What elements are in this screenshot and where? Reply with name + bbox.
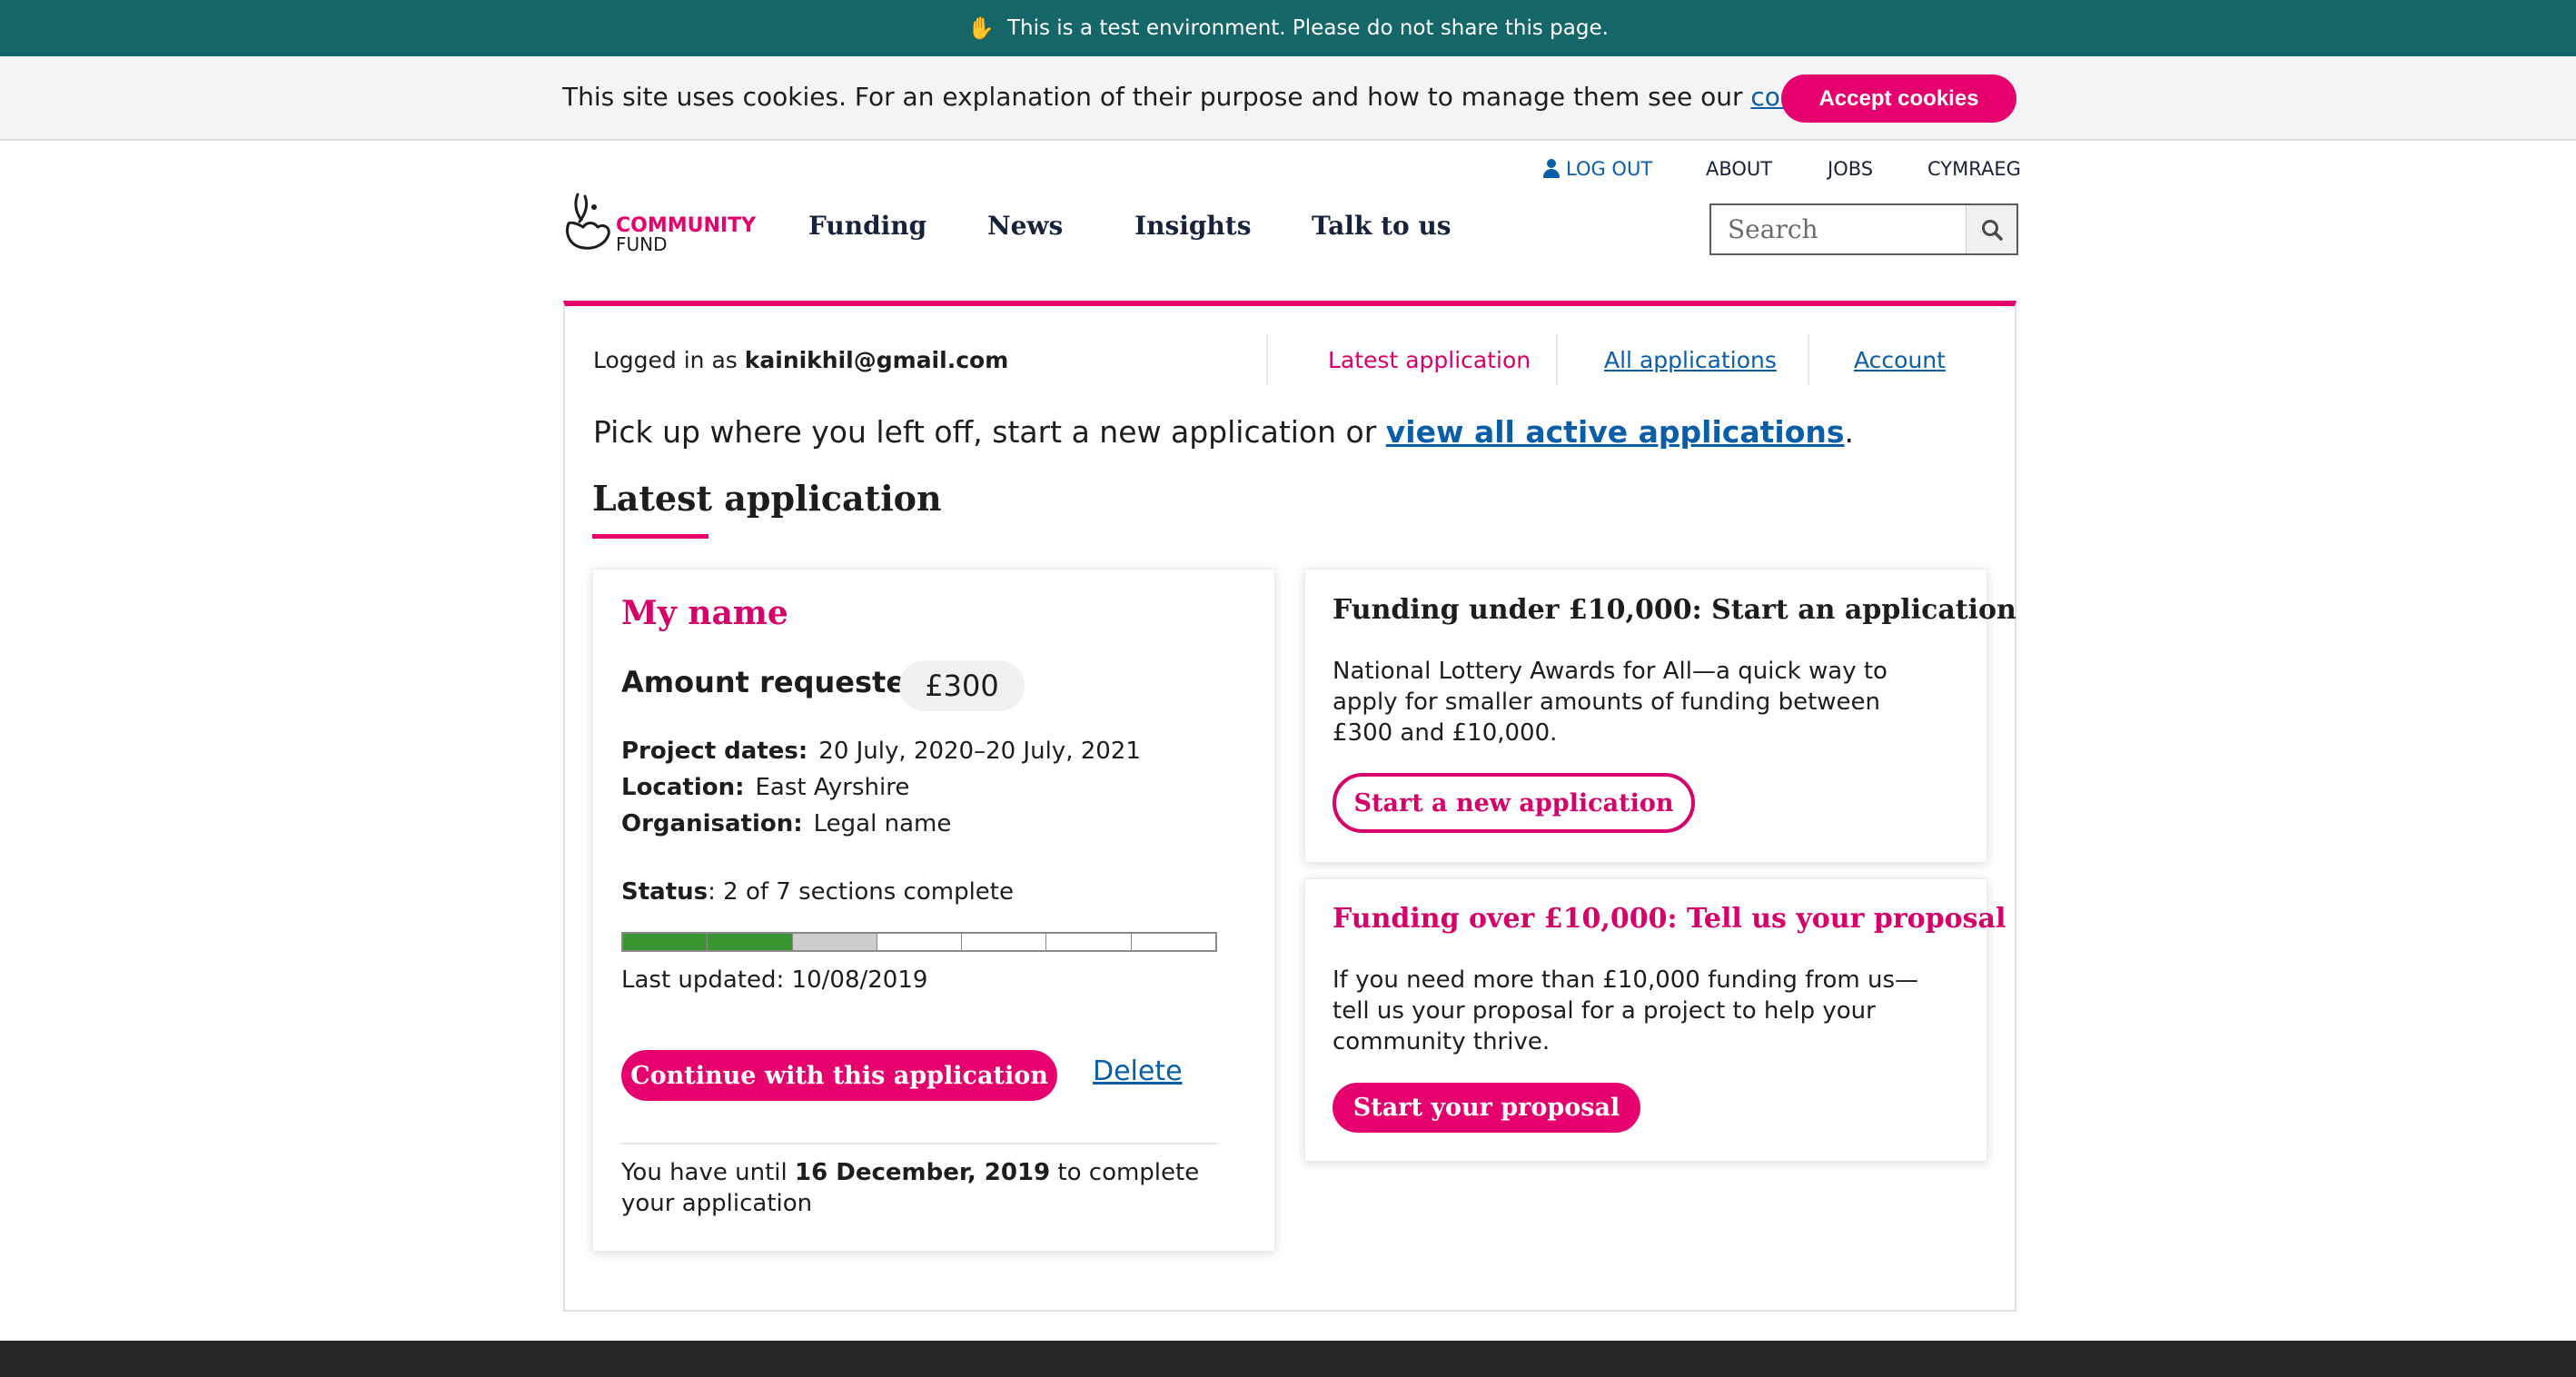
amount-requested-label: Amount requested: bbox=[621, 665, 936, 699]
tab-latest-application[interactable]: Latest application bbox=[1328, 347, 1531, 373]
search-button[interactable] bbox=[1966, 205, 2016, 253]
tab-divider bbox=[1808, 334, 1809, 385]
application-status: Status: 2 of 7 sections complete bbox=[621, 878, 1014, 906]
logo-word-fund: FUND bbox=[616, 233, 668, 255]
section-title-underline bbox=[592, 534, 708, 539]
start-new-application-button[interactable]: Start a new application bbox=[1333, 773, 1695, 833]
tab-divider bbox=[1266, 334, 1268, 385]
community-fund-logo[interactable]: COMMUNITY FUND bbox=[561, 191, 757, 255]
nav-news[interactable]: News bbox=[987, 211, 1063, 241]
search-form bbox=[1709, 203, 2018, 255]
dashboard-intro: Pick up where you left off, start a new … bbox=[593, 414, 1854, 450]
tab-divider bbox=[1556, 334, 1558, 385]
progress-bar bbox=[621, 932, 1217, 952]
progress-segment bbox=[1046, 934, 1132, 950]
progress-segment bbox=[962, 934, 1047, 950]
cookie-message: This site uses cookies. For an explanati… bbox=[562, 82, 1934, 112]
project-location: Location: East Ayrshire bbox=[621, 774, 910, 801]
progress-segment bbox=[623, 934, 708, 950]
crossed-fingers-icon bbox=[566, 193, 610, 250]
project-organisation: Organisation: Legal name bbox=[621, 810, 952, 837]
application-name: My name bbox=[621, 594, 788, 632]
cymraeg-link[interactable]: CYMRAEG bbox=[1927, 158, 2021, 180]
nav-funding[interactable]: Funding bbox=[808, 211, 926, 241]
progress-segment bbox=[877, 934, 963, 950]
user-icon bbox=[1542, 159, 1560, 179]
section-title: Latest application bbox=[592, 478, 942, 519]
continue-application-button[interactable]: Continue with this application bbox=[621, 1050, 1057, 1101]
amount-requested-value: £300 bbox=[899, 660, 1025, 711]
application-deadline: You have until 16 December, 2019 to comp… bbox=[621, 1159, 1200, 1217]
test-environment-banner: ✋ This is a test environment. Please do … bbox=[0, 0, 2576, 56]
funding-under-10k-title: Funding under £10,000: Start an applicat… bbox=[1333, 594, 2016, 626]
nav-insights[interactable]: Insights bbox=[1134, 211, 1252, 241]
search-icon bbox=[1981, 219, 2003, 241]
log-out-link[interactable]: LOG OUT bbox=[1542, 158, 1652, 180]
card-divider bbox=[621, 1143, 1217, 1144]
view-active-applications-link[interactable]: view all active applications bbox=[1386, 414, 1845, 450]
progress-segment bbox=[1132, 934, 1215, 950]
search-input[interactable] bbox=[1713, 207, 1963, 252]
cookie-bar: This site uses cookies. For an explanati… bbox=[0, 56, 2576, 141]
progress-segment bbox=[708, 934, 793, 950]
accept-cookies-button[interactable]: Accept cookies bbox=[1781, 74, 2016, 123]
funding-under-10k-description: National Lottery Awards for All—a quick … bbox=[1333, 658, 1887, 747]
last-updated: Last updated: 10/08/2019 bbox=[621, 966, 928, 994]
site-footer bbox=[0, 1341, 2576, 1377]
about-link[interactable]: ABOUT bbox=[1706, 158, 1772, 180]
project-dates: Project dates: 20 July, 2020–20 July, 202… bbox=[621, 738, 1141, 765]
hand-icon: ✋ bbox=[967, 15, 995, 41]
user-email: kainikhil@gmail.com bbox=[744, 347, 1009, 373]
jobs-link[interactable]: JOBS bbox=[1828, 158, 1873, 180]
logged-in-status: Logged in as kainikhil@gmail.com bbox=[593, 347, 1009, 373]
banner-text: This is a test environment. Please do no… bbox=[1006, 16, 1609, 40]
funding-over-10k-title: Funding over £10,000: Tell us your propo… bbox=[1333, 903, 2006, 935]
delete-application-link[interactable]: Delete bbox=[1093, 1055, 1183, 1087]
tab-all-applications[interactable]: All applications bbox=[1604, 347, 1777, 373]
progress-segment bbox=[792, 934, 877, 950]
nav-talk-to-us[interactable]: Talk to us bbox=[1312, 211, 1451, 241]
tab-account[interactable]: Account bbox=[1854, 347, 1946, 373]
funding-over-10k-description: If you need more than £10,000 funding fr… bbox=[1333, 966, 1918, 1055]
start-proposal-button[interactable]: Start your proposal bbox=[1333, 1083, 1640, 1133]
